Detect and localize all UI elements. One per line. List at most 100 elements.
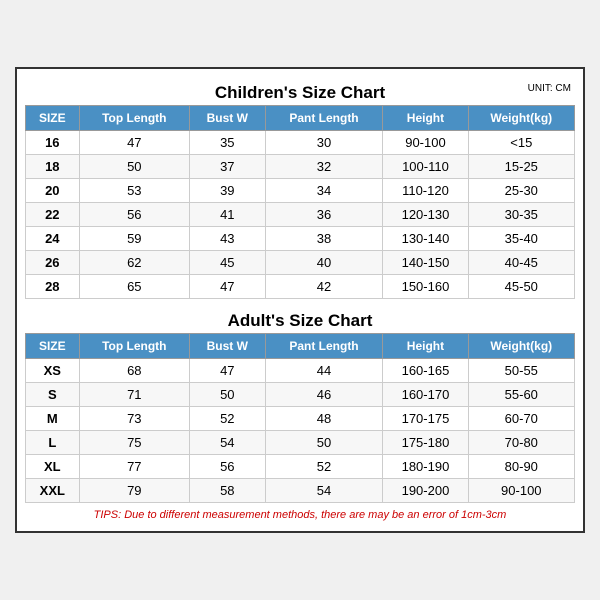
table-row: 28654742150-16045-50 bbox=[26, 275, 575, 299]
table-cell: 47 bbox=[189, 275, 265, 299]
table-cell: 48 bbox=[265, 407, 383, 431]
table-cell: 36 bbox=[265, 203, 383, 227]
adult-col-header: SIZE bbox=[26, 334, 80, 359]
table-cell: 150-160 bbox=[383, 275, 468, 299]
table-cell: 18 bbox=[26, 155, 80, 179]
table-cell: 56 bbox=[189, 455, 265, 479]
table-cell: 46 bbox=[265, 383, 383, 407]
table-cell: 45-50 bbox=[468, 275, 574, 299]
table-cell: 62 bbox=[79, 251, 189, 275]
table-cell: 65 bbox=[79, 275, 189, 299]
table-cell: 34 bbox=[265, 179, 383, 203]
table-cell: 160-165 bbox=[383, 359, 468, 383]
adult-col-header: Pant Length bbox=[265, 334, 383, 359]
table-cell: 80-90 bbox=[468, 455, 574, 479]
adult-table: SIZETop LengthBust WPant LengthHeightWei… bbox=[25, 333, 575, 503]
table-cell: XS bbox=[26, 359, 80, 383]
table-cell: 75 bbox=[79, 431, 189, 455]
table-cell: 50 bbox=[189, 383, 265, 407]
table-row: XS684744160-16550-55 bbox=[26, 359, 575, 383]
adult-header-row: SIZETop LengthBust WPant LengthHeightWei… bbox=[26, 334, 575, 359]
table-cell: 90-100 bbox=[468, 479, 574, 503]
table-cell: 50-55 bbox=[468, 359, 574, 383]
table-cell: XXL bbox=[26, 479, 80, 503]
table-cell: 59 bbox=[79, 227, 189, 251]
table-cell: 39 bbox=[189, 179, 265, 203]
table-cell: M bbox=[26, 407, 80, 431]
table-cell: 24 bbox=[26, 227, 80, 251]
table-row: XXL795854190-20090-100 bbox=[26, 479, 575, 503]
table-cell: 70-80 bbox=[468, 431, 574, 455]
adult-col-header: Top Length bbox=[79, 334, 189, 359]
table-cell: 73 bbox=[79, 407, 189, 431]
table-cell: 58 bbox=[189, 479, 265, 503]
table-cell: 30 bbox=[265, 131, 383, 155]
table-cell: 50 bbox=[79, 155, 189, 179]
table-cell: 16 bbox=[26, 131, 80, 155]
table-cell: L bbox=[26, 431, 80, 455]
table-cell: 22 bbox=[26, 203, 80, 227]
table-cell: 54 bbox=[265, 479, 383, 503]
children-header-row: SIZETop LengthBust WPant LengthHeightWei… bbox=[26, 106, 575, 131]
table-cell: 41 bbox=[189, 203, 265, 227]
children-col-header: Pant Length bbox=[265, 106, 383, 131]
table-cell: 160-170 bbox=[383, 383, 468, 407]
table-cell: 35 bbox=[189, 131, 265, 155]
table-cell: 25-30 bbox=[468, 179, 574, 203]
table-cell: XL bbox=[26, 455, 80, 479]
table-cell: 32 bbox=[265, 155, 383, 179]
table-cell: 170-175 bbox=[383, 407, 468, 431]
table-cell: 175-180 bbox=[383, 431, 468, 455]
table-cell: 52 bbox=[265, 455, 383, 479]
table-cell: 120-130 bbox=[383, 203, 468, 227]
adult-col-header: Bust W bbox=[189, 334, 265, 359]
table-cell: 40 bbox=[265, 251, 383, 275]
size-chart: Children's Size Chart UNIT: CM SIZETop L… bbox=[15, 67, 585, 533]
children-col-header: Weight(kg) bbox=[468, 106, 574, 131]
table-cell: 90-100 bbox=[383, 131, 468, 155]
table-cell: 35-40 bbox=[468, 227, 574, 251]
table-cell: S bbox=[26, 383, 80, 407]
table-row: S715046160-17055-60 bbox=[26, 383, 575, 407]
table-cell: 44 bbox=[265, 359, 383, 383]
table-cell: 37 bbox=[189, 155, 265, 179]
adult-title: Adult's Size Chart bbox=[228, 311, 373, 330]
children-table: SIZETop LengthBust WPant LengthHeightWei… bbox=[25, 105, 575, 299]
table-cell: 79 bbox=[79, 479, 189, 503]
table-row: 26624540140-15040-45 bbox=[26, 251, 575, 275]
table-cell: 52 bbox=[189, 407, 265, 431]
table-cell: 180-190 bbox=[383, 455, 468, 479]
table-cell: 54 bbox=[189, 431, 265, 455]
table-row: 22564136120-13030-35 bbox=[26, 203, 575, 227]
table-cell: 38 bbox=[265, 227, 383, 251]
table-cell: 60-70 bbox=[468, 407, 574, 431]
table-cell: 42 bbox=[265, 275, 383, 299]
table-row: 1647353090-100<15 bbox=[26, 131, 575, 155]
table-cell: 45 bbox=[189, 251, 265, 275]
table-row: L755450175-18070-80 bbox=[26, 431, 575, 455]
table-cell: 56 bbox=[79, 203, 189, 227]
table-cell: 110-120 bbox=[383, 179, 468, 203]
table-cell: 55-60 bbox=[468, 383, 574, 407]
table-cell: 77 bbox=[79, 455, 189, 479]
table-row: 18503732100-11015-25 bbox=[26, 155, 575, 179]
table-cell: 43 bbox=[189, 227, 265, 251]
table-cell: 47 bbox=[79, 131, 189, 155]
tips-text: TIPS: Due to different measurement metho… bbox=[25, 503, 575, 523]
table-cell: 15-25 bbox=[468, 155, 574, 179]
table-cell: 130-140 bbox=[383, 227, 468, 251]
children-col-header: Bust W bbox=[189, 106, 265, 131]
table-cell: 190-200 bbox=[383, 479, 468, 503]
children-col-header: Top Length bbox=[79, 106, 189, 131]
table-cell: 30-35 bbox=[468, 203, 574, 227]
table-row: M735248170-17560-70 bbox=[26, 407, 575, 431]
table-cell: 26 bbox=[26, 251, 80, 275]
unit-label: UNIT: CM bbox=[528, 83, 571, 94]
table-cell: <15 bbox=[468, 131, 574, 155]
adult-col-header: Height bbox=[383, 334, 468, 359]
table-row: XL775652180-19080-90 bbox=[26, 455, 575, 479]
table-row: 24594338130-14035-40 bbox=[26, 227, 575, 251]
table-row: 20533934110-12025-30 bbox=[26, 179, 575, 203]
children-title: Children's Size Chart bbox=[215, 83, 385, 102]
table-cell: 28 bbox=[26, 275, 80, 299]
